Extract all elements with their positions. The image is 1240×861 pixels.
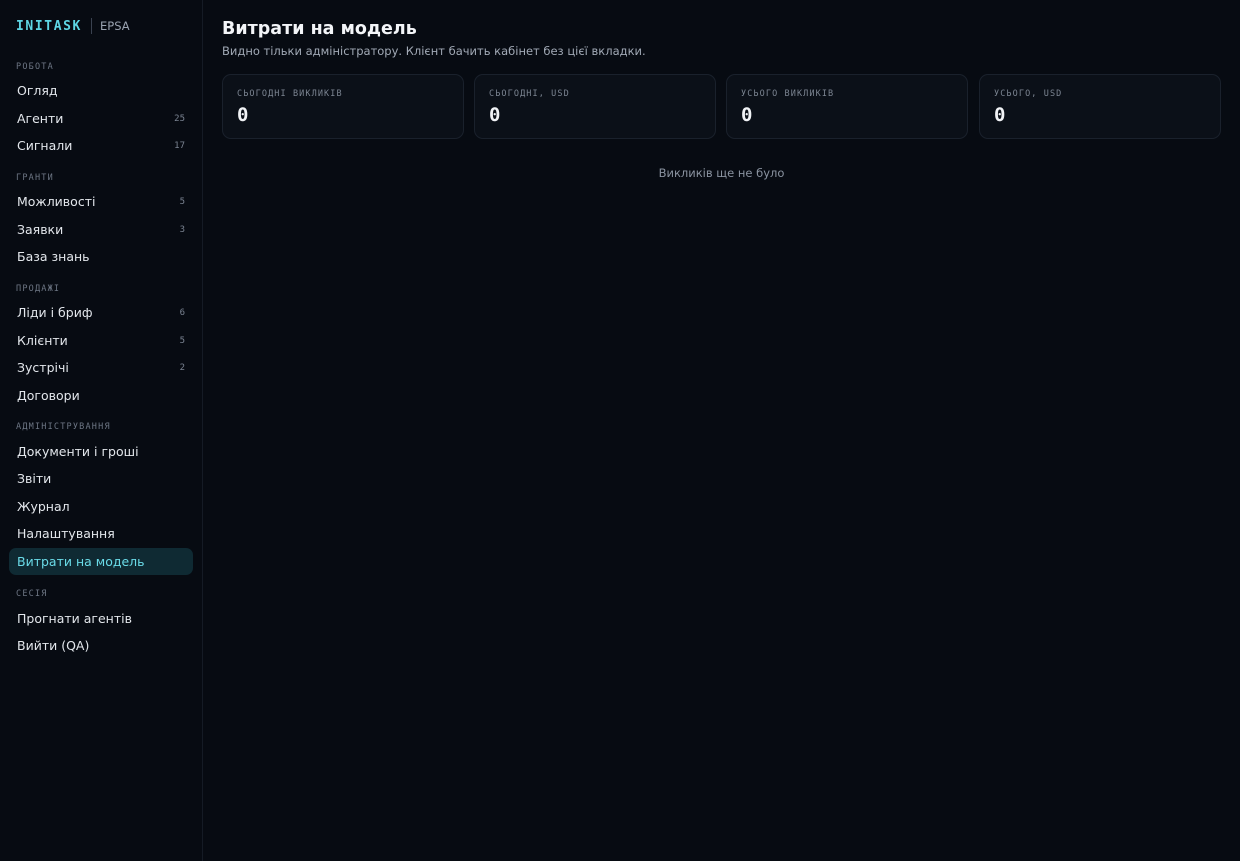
sidebar: INITASK EPSA РОБОТА Огляд Агенти 25 Сигн… — [0, 0, 203, 861]
sidebar-item-label: Журнал — [17, 499, 70, 514]
sidebar-item-label: Заявки — [17, 222, 64, 237]
sidebar-item-count: 5 — [179, 335, 185, 346]
stat-card-total-calls: УСЬОГО ВИКЛИКІВ 0 — [726, 74, 968, 139]
sidebar-item-label: Документи і гроші — [17, 444, 139, 459]
sidebar-item-journal[interactable]: Журнал — [9, 493, 193, 520]
sidebar-item-signals[interactable]: Сигнали 17 — [9, 132, 193, 159]
sidebar-item-label: Вийти (QA) — [17, 638, 90, 653]
stat-value: 0 — [994, 104, 1006, 126]
page-title: Витрати на модель — [222, 19, 417, 39]
sidebar-item-reports[interactable]: Звіти — [9, 465, 193, 492]
sidebar-item-label: Агенти — [17, 111, 64, 126]
stat-label: СЬОГОДНІ ВИКЛИКІВ — [237, 89, 343, 99]
nav-section-sales: ПРОДАЖІ — [16, 284, 61, 294]
brand-org: EPSA — [100, 19, 130, 33]
sidebar-item-documents-money[interactable]: Документи і гроші — [9, 438, 193, 465]
sidebar-item-label: Сигнали — [17, 138, 73, 153]
sidebar-item-count: 3 — [179, 224, 185, 235]
sidebar-item-count: 2 — [179, 362, 185, 373]
sidebar-item-count: 25 — [174, 113, 185, 124]
empty-state-message: Викликів ще не було — [658, 166, 785, 180]
stat-label: УСЬОГО ВИКЛИКІВ — [741, 89, 835, 99]
sidebar-item-logout[interactable]: Вийти (QA) — [9, 632, 193, 659]
sidebar-item-label: База знань — [17, 249, 90, 264]
sidebar-item-settings[interactable]: Налаштування — [9, 520, 193, 547]
sidebar-item-applications[interactable]: Заявки 3 — [9, 216, 193, 243]
page-subtitle: Видно тільки адміністратору. Клієнт бачи… — [222, 44, 646, 58]
sidebar-item-opportunities[interactable]: Можливості 5 — [9, 188, 193, 215]
sidebar-item-label: Звіти — [17, 471, 52, 486]
sidebar-item-count: 17 — [174, 140, 185, 151]
sidebar-item-label: Клієнти — [17, 333, 68, 348]
sidebar-item-leads[interactable]: Ліди і бриф 6 — [9, 299, 193, 326]
stat-label: УСЬОГО, USD — [994, 89, 1063, 99]
sidebar-item-label: Можливості — [17, 194, 96, 209]
sidebar-item-model-costs[interactable]: Витрати на модель — [9, 548, 193, 575]
sidebar-item-count: 5 — [179, 196, 185, 207]
nav-section-session: СЕСІЯ — [16, 589, 48, 599]
nav-section-work: РОБОТА — [16, 62, 54, 72]
stat-label: СЬОГОДНІ, USD — [489, 89, 570, 99]
stat-value: 0 — [237, 104, 249, 126]
sidebar-item-overview[interactable]: Огляд — [9, 77, 193, 104]
sidebar-item-label: Прогнати агентів — [17, 611, 132, 626]
stat-card-today-usd: СЬОГОДНІ, USD 0 — [474, 74, 716, 139]
sidebar-item-label: Налаштування — [17, 526, 115, 541]
brand: INITASK EPSA — [16, 18, 130, 34]
sidebar-item-label: Огляд — [17, 83, 58, 98]
sidebar-item-agents[interactable]: Агенти 25 — [9, 105, 193, 132]
sidebar-item-label: Витрати на модель — [17, 554, 145, 569]
sidebar-item-label: Ліди і бриф — [17, 305, 93, 320]
brand-divider — [91, 18, 92, 34]
stat-card-today-calls: СЬОГОДНІ ВИКЛИКІВ 0 — [222, 74, 464, 139]
sidebar-item-run-agents[interactable]: Прогнати агентів — [9, 605, 193, 632]
sidebar-item-clients[interactable]: Клієнти 5 — [9, 327, 193, 354]
stat-card-total-usd: УСЬОГО, USD 0 — [979, 74, 1221, 139]
sidebar-item-label: Договори — [17, 388, 80, 403]
brand-logo[interactable]: INITASK — [16, 19, 82, 34]
stat-value: 0 — [489, 104, 501, 126]
sidebar-item-knowledge-base[interactable]: База знань — [9, 243, 193, 270]
stat-value: 0 — [741, 104, 753, 126]
sidebar-item-contracts[interactable]: Договори — [9, 382, 193, 409]
nav-section-grants: ГРАНТИ — [16, 173, 54, 183]
sidebar-item-count: 6 — [179, 307, 185, 318]
nav-section-administration: АДМІНІСТРУВАННЯ — [16, 422, 111, 432]
sidebar-item-label: Зустрічі — [17, 360, 69, 375]
sidebar-item-meetings[interactable]: Зустрічі 2 — [9, 354, 193, 381]
